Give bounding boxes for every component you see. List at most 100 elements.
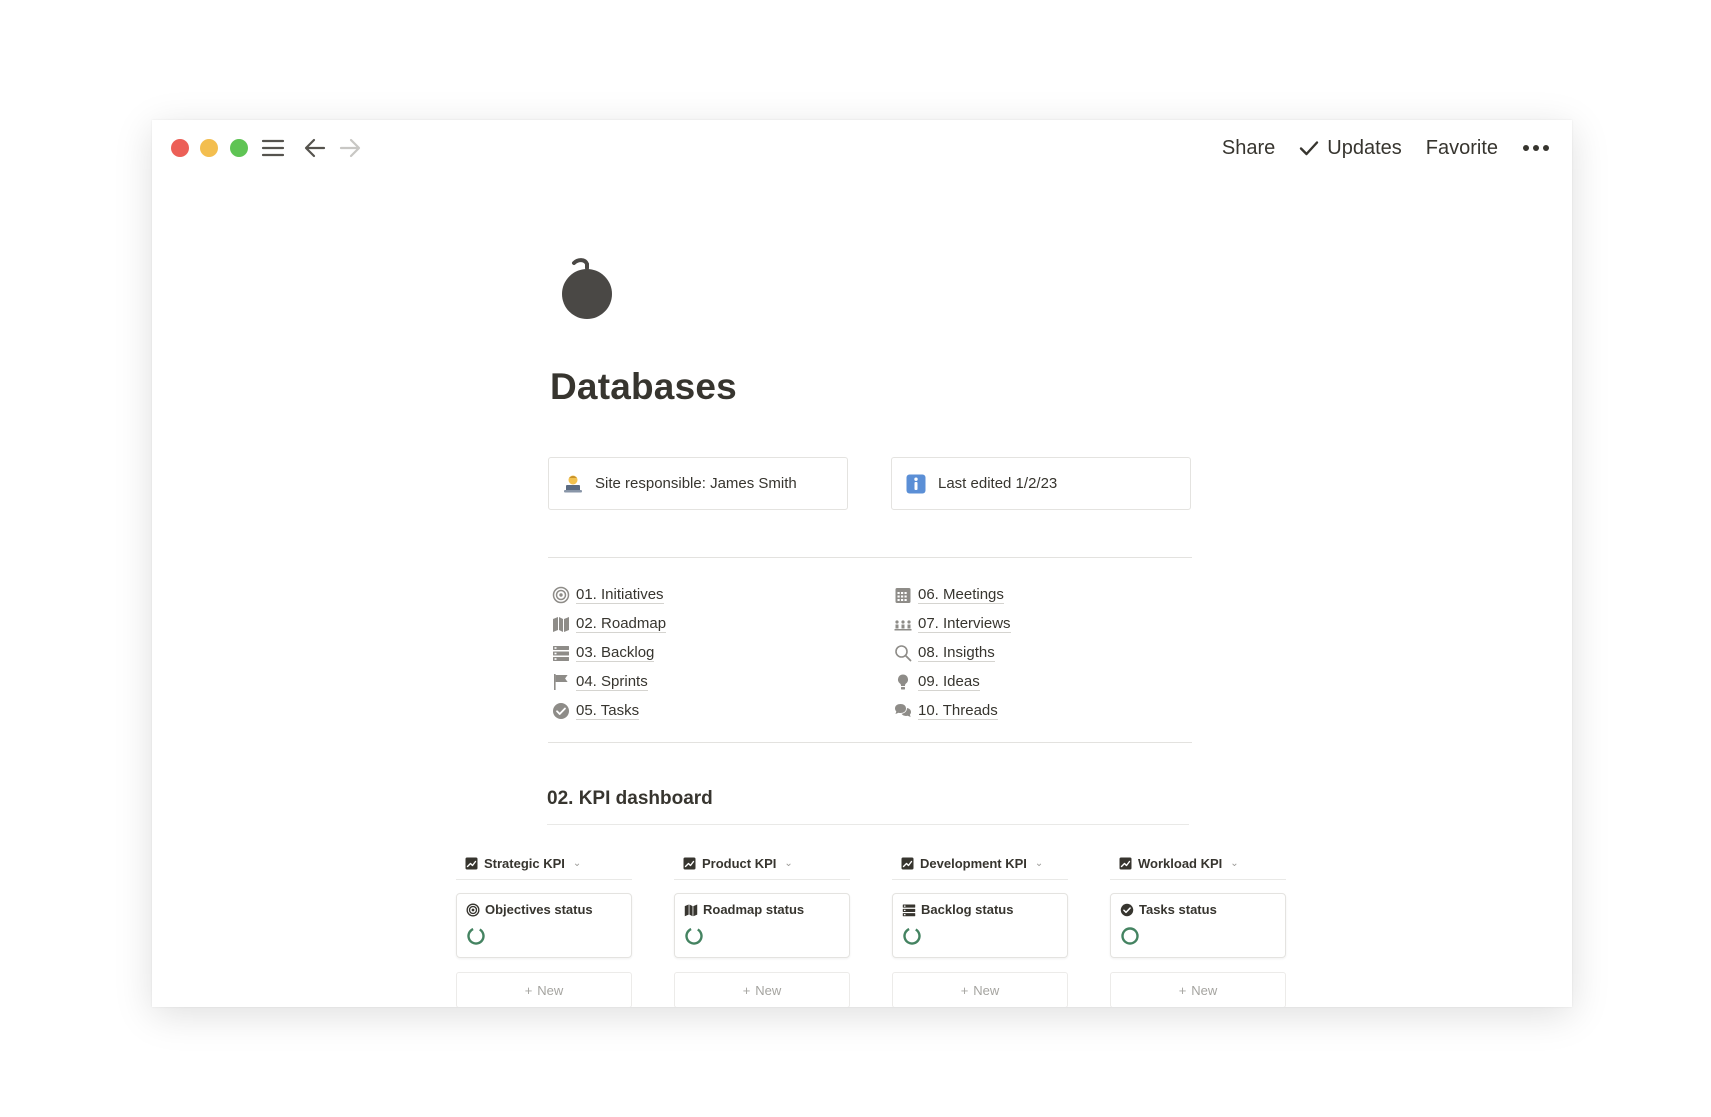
link-label[interactable]: 06. Meetings [918, 586, 1004, 604]
link-meetings[interactable]: 06. Meetings [894, 580, 1011, 609]
link-insights[interactable]: 08. Insigths [894, 638, 1011, 667]
kpi-view-tab[interactable]: Product KPI ⌄ [674, 848, 850, 880]
kpi-card-roadmap-status[interactable]: Roadmap status [674, 893, 850, 958]
kpi-view-label: Workload KPI [1138, 856, 1223, 871]
link-tasks[interactable]: 05. Tasks [552, 696, 666, 725]
new-label: New [973, 982, 1000, 998]
forward-arrow-icon[interactable] [337, 135, 363, 161]
new-card-button[interactable]: + New [674, 972, 850, 1007]
chart-icon [683, 857, 696, 870]
section-underline [547, 824, 1189, 825]
kpi-card-title: Tasks status [1139, 902, 1217, 917]
new-label: New [755, 982, 782, 998]
kpi-view-tab[interactable]: Development KPI ⌄ [892, 848, 1068, 880]
kpi-card-tasks-status[interactable]: Tasks status [1110, 893, 1286, 958]
person-at-laptop-icon [563, 474, 583, 494]
callout-text: Last edited 1/2/23 [938, 475, 1058, 492]
link-label[interactable]: 02. Roadmap [576, 615, 667, 633]
more-button[interactable] [1522, 143, 1550, 153]
kpi-column-development: Development KPI ⌄ Backlog status + New [892, 848, 1068, 1007]
progress-ring-icon [1121, 927, 1139, 945]
chart-icon [1119, 857, 1132, 870]
database-links-right: 06. Meetings 07. Interviews 08. Insigths… [894, 580, 1011, 725]
progress-ring-icon [903, 927, 921, 945]
new-card-button[interactable]: + New [892, 972, 1068, 1007]
apple-icon [562, 258, 612, 319]
share-button[interactable]: Share [1222, 137, 1275, 160]
back-arrow-icon[interactable] [302, 135, 328, 161]
chart-icon [901, 857, 914, 870]
new-card-button[interactable]: + New [456, 972, 632, 1007]
checkmark-circle-icon [1120, 903, 1134, 916]
link-interviews[interactable]: 07. Interviews [894, 609, 1011, 638]
link-label[interactable]: 05. Tasks [576, 702, 640, 720]
updates-label: Updates [1327, 136, 1402, 159]
flag-icon [552, 673, 570, 691]
app-window: Share Updates Favorite Databases Site re… [152, 120, 1572, 1007]
menu-icon[interactable] [260, 135, 286, 161]
check-icon [1300, 141, 1319, 156]
page-title[interactable]: Databases [550, 366, 737, 408]
callout-text: Site responsible: James Smith [595, 475, 797, 492]
divider [548, 557, 1192, 558]
minimize-window-button[interactable] [200, 139, 218, 157]
link-label[interactable]: 09. Ideas [918, 673, 980, 691]
close-window-button[interactable] [171, 139, 189, 157]
updates-button[interactable]: Updates [1299, 137, 1402, 160]
plus-icon: + [960, 982, 969, 998]
link-label[interactable]: 04. Sprints [576, 673, 648, 691]
plus-icon: + [524, 982, 533, 998]
lightbulb-icon [894, 673, 912, 691]
info-icon [906, 474, 926, 494]
kpi-card-objectives-status[interactable]: Objectives status [456, 893, 632, 958]
chevron-down-icon[interactable]: ⌄ [573, 858, 581, 869]
more-icon [1523, 145, 1549, 151]
link-sprints[interactable]: 04. Sprints [552, 667, 666, 696]
checkmark-circle-icon [552, 702, 570, 720]
stack-icon [902, 904, 916, 916]
callout-last-edited[interactable]: Last edited 1/2/23 [891, 457, 1191, 510]
kpi-view-tab[interactable]: Strategic KPI ⌄ [456, 848, 632, 880]
target-icon [552, 586, 570, 604]
kpi-column-workload: Workload KPI ⌄ Tasks status + New [1110, 848, 1286, 1007]
kpi-card-title: Objectives status [485, 902, 593, 917]
link-label[interactable]: 10. Threads [918, 702, 998, 720]
kpi-dashboard-title[interactable]: 02. KPI dashboard [547, 788, 713, 810]
link-label[interactable]: 01. Initiatives [576, 586, 664, 604]
target-icon [466, 903, 480, 916]
divider [548, 742, 1192, 743]
calendar-icon [894, 586, 912, 604]
link-backlog[interactable]: 03. Backlog [552, 638, 666, 667]
zoom-window-button[interactable] [230, 139, 248, 157]
kpi-view-tab[interactable]: Workload KPI ⌄ [1110, 848, 1286, 880]
progress-ring-icon [685, 927, 703, 945]
new-label: New [537, 982, 564, 998]
magnifier-icon [894, 644, 912, 662]
kpi-card-backlog-status[interactable]: Backlog status [892, 893, 1068, 958]
link-roadmap[interactable]: 02. Roadmap [552, 609, 667, 638]
kpi-view-label: Development KPI [920, 856, 1027, 871]
chart-icon [465, 857, 478, 870]
favorite-button[interactable]: Favorite [1426, 137, 1498, 160]
people-icon [894, 615, 912, 633]
chat-bubbles-icon [894, 702, 912, 720]
link-label[interactable]: 07. Interviews [918, 615, 1011, 633]
database-links-left: 01. Initiatives 02. Roadmap 03. Backlog … [552, 580, 667, 725]
link-label[interactable]: 08. Insigths [918, 644, 995, 662]
chevron-down-icon[interactable]: ⌄ [1230, 858, 1238, 869]
link-threads[interactable]: 10. Threads [894, 696, 1011, 725]
link-label[interactable]: 03. Backlog [576, 644, 655, 662]
map-icon [552, 615, 570, 633]
kpi-card-title: Backlog status [921, 902, 1014, 917]
chevron-down-icon[interactable]: ⌄ [784, 858, 792, 869]
new-card-button[interactable]: + New [1110, 972, 1286, 1007]
link-initiatives[interactable]: 01. Initiatives [552, 580, 666, 609]
title-bar: Share Updates Favorite [152, 120, 1572, 176]
callout-site-responsible[interactable]: Site responsible: James Smith [548, 457, 848, 510]
link-ideas[interactable]: 09. Ideas [894, 667, 1011, 696]
chevron-down-icon[interactable]: ⌄ [1035, 858, 1043, 869]
kpi-card-title: Roadmap status [703, 902, 805, 917]
progress-ring-icon [467, 927, 485, 945]
page-icon[interactable] [558, 256, 616, 322]
kpi-view-label: Product KPI [702, 856, 777, 871]
